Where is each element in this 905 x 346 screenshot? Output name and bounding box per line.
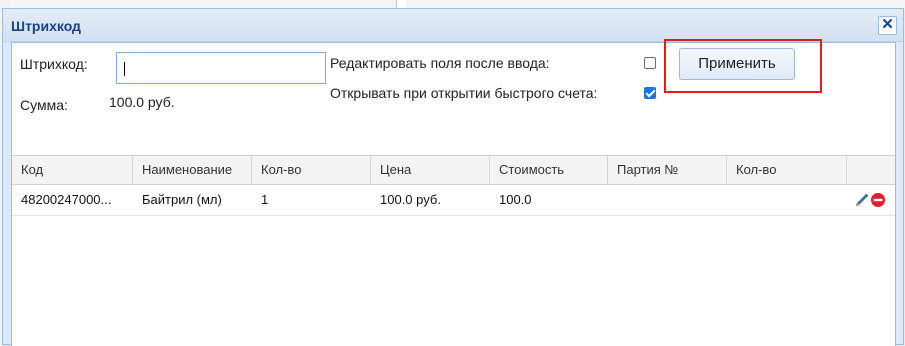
column-header-qty[interactable]: Кол-во: [252, 156, 371, 184]
cell-batch: [608, 185, 727, 215]
barcode-input[interactable]: [116, 52, 326, 84]
sum-value: 100.0 руб.: [109, 94, 175, 110]
cell-cost: 100.0: [499, 192, 532, 207]
dialog-title: Штрихкод: [11, 18, 81, 34]
edit-fields-checkbox[interactable]: [644, 57, 656, 69]
dialog-titlebar[interactable]: Штрихкод ✕: [3, 9, 903, 42]
column-header-price[interactable]: Цена: [371, 156, 490, 184]
column-header-batch-qty[interactable]: Кол-во: [727, 156, 847, 184]
cell-price: 100.0 руб.: [380, 192, 441, 207]
cell-batch-qty: [727, 185, 847, 215]
remove-circle-icon[interactable]: [870, 192, 886, 208]
open-quick-checkbox[interactable]: [644, 87, 656, 99]
column-header-batch[interactable]: Партия №: [608, 156, 727, 184]
open-quick-label: Открывать при открытии быстрого счета:: [330, 85, 598, 101]
edit-fields-label: Редактировать поля после ввода:: [330, 55, 550, 71]
sum-label: Сумма:: [20, 97, 68, 113]
highlight-box: [664, 39, 822, 93]
dialog-body: Штрихкод: Сумма: 100.0 руб. Редактироват…: [11, 39, 896, 346]
table-row[interactable]: 48200247000... Байтрил (мл) 1 100.0 руб.…: [12, 185, 895, 216]
cell-name: Байтрил (мл): [142, 192, 222, 207]
text-caret: [124, 62, 125, 76]
column-header-name[interactable]: Наименование: [133, 156, 252, 184]
barcode-label: Штрихкод:: [20, 56, 88, 72]
pencil-icon[interactable]: [854, 192, 870, 208]
grid-header: Код Наименование Кол-во Цена Стоимость П…: [12, 155, 895, 185]
close-icon[interactable]: ✕: [878, 16, 897, 35]
items-grid: Код Наименование Кол-во Цена Стоимость П…: [12, 155, 895, 216]
column-header-actions: [847, 156, 895, 184]
cell-code: 48200247000...: [21, 192, 112, 207]
cell-qty: 1: [261, 192, 269, 207]
barcode-dialog: Штрихкод ✕ Штрихкод: Сумма: 100.0 руб. Р…: [2, 8, 904, 346]
column-header-cost[interactable]: Стоимость: [490, 156, 608, 184]
column-header-code[interactable]: Код: [12, 156, 133, 184]
